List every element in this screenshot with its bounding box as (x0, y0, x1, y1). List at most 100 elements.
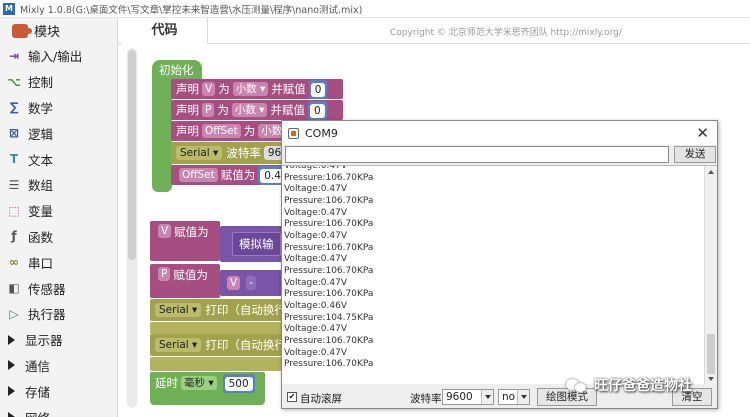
var-name[interactable]: P (202, 103, 215, 117)
number-block[interactable]: 0 (308, 79, 328, 99)
number-value[interactable]: 500 (224, 376, 253, 391)
sidebar-item[interactable]: ⌥ 控制 (0, 69, 117, 95)
output-line: Pressure:106.70KPa (284, 289, 374, 300)
block-text: 赋值为 (220, 168, 256, 182)
sidebar-item[interactable]: ☰ 数组 (0, 172, 117, 198)
setup-block[interactable]: 初始化 (152, 60, 202, 80)
sidebar-item-label: 数学 (28, 100, 54, 116)
output-line: Pressure:104.75KPa (284, 312, 374, 323)
sidebar-item-label: 网络 (25, 408, 50, 417)
declare-offset-block[interactable]: 声明 OffSet 为 小数 (171, 121, 286, 141)
sidebar-item[interactable]: ƒ 函数 (0, 224, 117, 250)
sidebar-item-label: 变量 (28, 204, 54, 220)
scrollbar-thumb[interactable] (707, 334, 715, 374)
watermark: 旺仔爸爸造物社 (566, 374, 692, 396)
scroll-down-icon[interactable] (708, 377, 714, 381)
workspace-scrollbar[interactable] (127, 48, 137, 408)
window-title: Mixly 1.0.8(G:\桌面文件\写文章\掌控未来智造营\水压测量\程序\… (20, 4, 363, 16)
declare-p-block[interactable]: 声明 P 为 小数 ▾ 并赋值 0 (171, 100, 343, 120)
sidebar-item-label: 存储 (25, 384, 51, 400)
text-icon: T (9, 152, 19, 167)
expand-arrow-icon (8, 386, 15, 397)
var-name[interactable]: OffSet (179, 168, 218, 182)
output-line: Pressure:106.70KPa (284, 359, 374, 370)
java-app-icon (288, 127, 299, 139)
scroll-up-icon[interactable] (708, 170, 714, 174)
sidebar-item[interactable]: 存储 (0, 378, 117, 404)
number-block[interactable]: 0 (307, 100, 327, 120)
offset-assign-block[interactable]: OffSet 赋值为 0.4 (171, 165, 287, 185)
sidebar-item[interactable]: ◧ 传感器 (0, 275, 117, 301)
var-name[interactable]: V (227, 276, 241, 290)
var-name[interactable]: OffSet (202, 124, 241, 138)
autoscroll-checkbox[interactable]: ✔ (287, 392, 297, 402)
scrollbar-thumb[interactable] (128, 50, 136, 260)
sidebar-item-label: 通信 (25, 358, 51, 374)
send-input[interactable] (285, 146, 669, 163)
sidebar-item-label: 控制 (28, 75, 54, 91)
type-dropdown[interactable]: 小数 ▾ (232, 82, 269, 96)
output-line: Voltage:0.46V (284, 300, 347, 311)
serial-output[interactable]: Voltage:0.47V Pressure:106.70KPa Voltage:0… (282, 165, 717, 384)
serial-baud-block[interactable]: Serial ▾ 波特率 96 (171, 142, 286, 164)
serial-print-block-1[interactable]: Serial ▾ 打印（自动换行 (150, 299, 286, 321)
sidebar-item[interactable]: ∑ 数学 (0, 95, 117, 121)
sidebar-item[interactable]: ∞ 串口 (0, 249, 117, 275)
tab-bar: 代码 Copyright © 北京师范大学米思齐团队 http://mixly.… (118, 18, 750, 44)
output-scrollbar[interactable] (704, 166, 717, 384)
math-op-block[interactable]: V - (220, 270, 283, 296)
serial-dropdown[interactable]: Serial ▾ (176, 146, 223, 160)
sensor-icon: ◧ (8, 281, 20, 296)
declare-v-block[interactable]: 声明 V 为 小数 ▾ 并赋值 0 (171, 79, 343, 99)
block-text: 声明 (176, 103, 199, 117)
sidebar-item-label: 显示器 (25, 333, 63, 349)
output-line: Pressure:106.70KPa (284, 219, 374, 230)
sidebar-item[interactable]: 网络 (0, 404, 117, 417)
serial-dropdown[interactable]: Serial ▾ (155, 338, 202, 352)
sidebar-item[interactable]: T 文本 (0, 146, 117, 172)
sidebar-item-label: 逻辑 (28, 126, 54, 142)
mixly-logo-icon: M (3, 2, 15, 15)
var-name[interactable]: P (158, 267, 171, 281)
number-value[interactable]: 0 (309, 103, 325, 118)
number-value[interactable]: 0 (310, 82, 326, 97)
line-ending-select[interactable]: no (498, 389, 530, 405)
serial-dropdown[interactable]: Serial ▾ (155, 303, 202, 317)
delay-block[interactable]: 延时 毫秒 ▾ 500 (150, 372, 265, 394)
sidebar-item-label: 输入/输出 (28, 49, 83, 65)
v-assign-block[interactable]: V 赋值为 (150, 221, 220, 261)
expand-arrow-icon (8, 360, 15, 371)
block-text: 打印（自动换行 (205, 338, 286, 352)
sidebar-item[interactable]: 通信 (0, 353, 117, 379)
output-line: Pressure:106.70KPa (284, 195, 374, 206)
block-text: 延时 (155, 376, 178, 390)
sidebar-item[interactable]: ⊠ 逻辑 (0, 120, 117, 146)
p-assign-block[interactable]: P 赋值为 (150, 264, 220, 298)
analog-read-block[interactable]: 模拟输 (220, 226, 283, 262)
number-block[interactable]: 500 (222, 373, 255, 393)
title-bar: M Mixly 1.0.8(G:\桌面文件\写文章\掌控未来智造营\水压测量\程… (0, 0, 750, 18)
tab-code[interactable]: 代码 (122, 18, 208, 44)
output-line: Voltage:0.47V (284, 184, 347, 195)
sidebar-item[interactable]: ⇥ 输入/输出 (0, 43, 117, 69)
var-name[interactable]: V (158, 224, 172, 238)
block-text: 并赋值 (271, 82, 306, 96)
baud-select[interactable]: 9600 (442, 389, 494, 405)
sidebar-item[interactable]: 显示器 (0, 327, 117, 353)
send-row: 发送 (285, 146, 716, 164)
serial-output-lines: Voltage:0.47V Pressure:106.70KPa Voltage:0… (284, 166, 374, 371)
sidebar-item-label: 传感器 (28, 281, 66, 297)
send-button[interactable]: 发送 (674, 146, 716, 163)
operator-dropdown[interactable]: - (246, 276, 256, 290)
type-dropdown[interactable]: 小数 ▾ (231, 103, 268, 117)
var-name[interactable]: V (202, 82, 216, 96)
close-icon[interactable]: ✕ (696, 124, 709, 142)
serial-print-block-2[interactable]: Serial ▾ 打印（自动换行 (150, 334, 286, 356)
unit-dropdown[interactable]: 毫秒 ▾ (181, 376, 217, 390)
analog-read-inner: 模拟输 (232, 232, 281, 256)
array-icon: ☰ (8, 177, 20, 192)
math-icon: ∑ (9, 100, 19, 115)
sidebar-item[interactable]: ▷ 执行器 (0, 301, 117, 327)
sidebar-item[interactable]: ⬚ 变量 (0, 198, 117, 224)
control-icon: ⌥ (7, 74, 21, 89)
